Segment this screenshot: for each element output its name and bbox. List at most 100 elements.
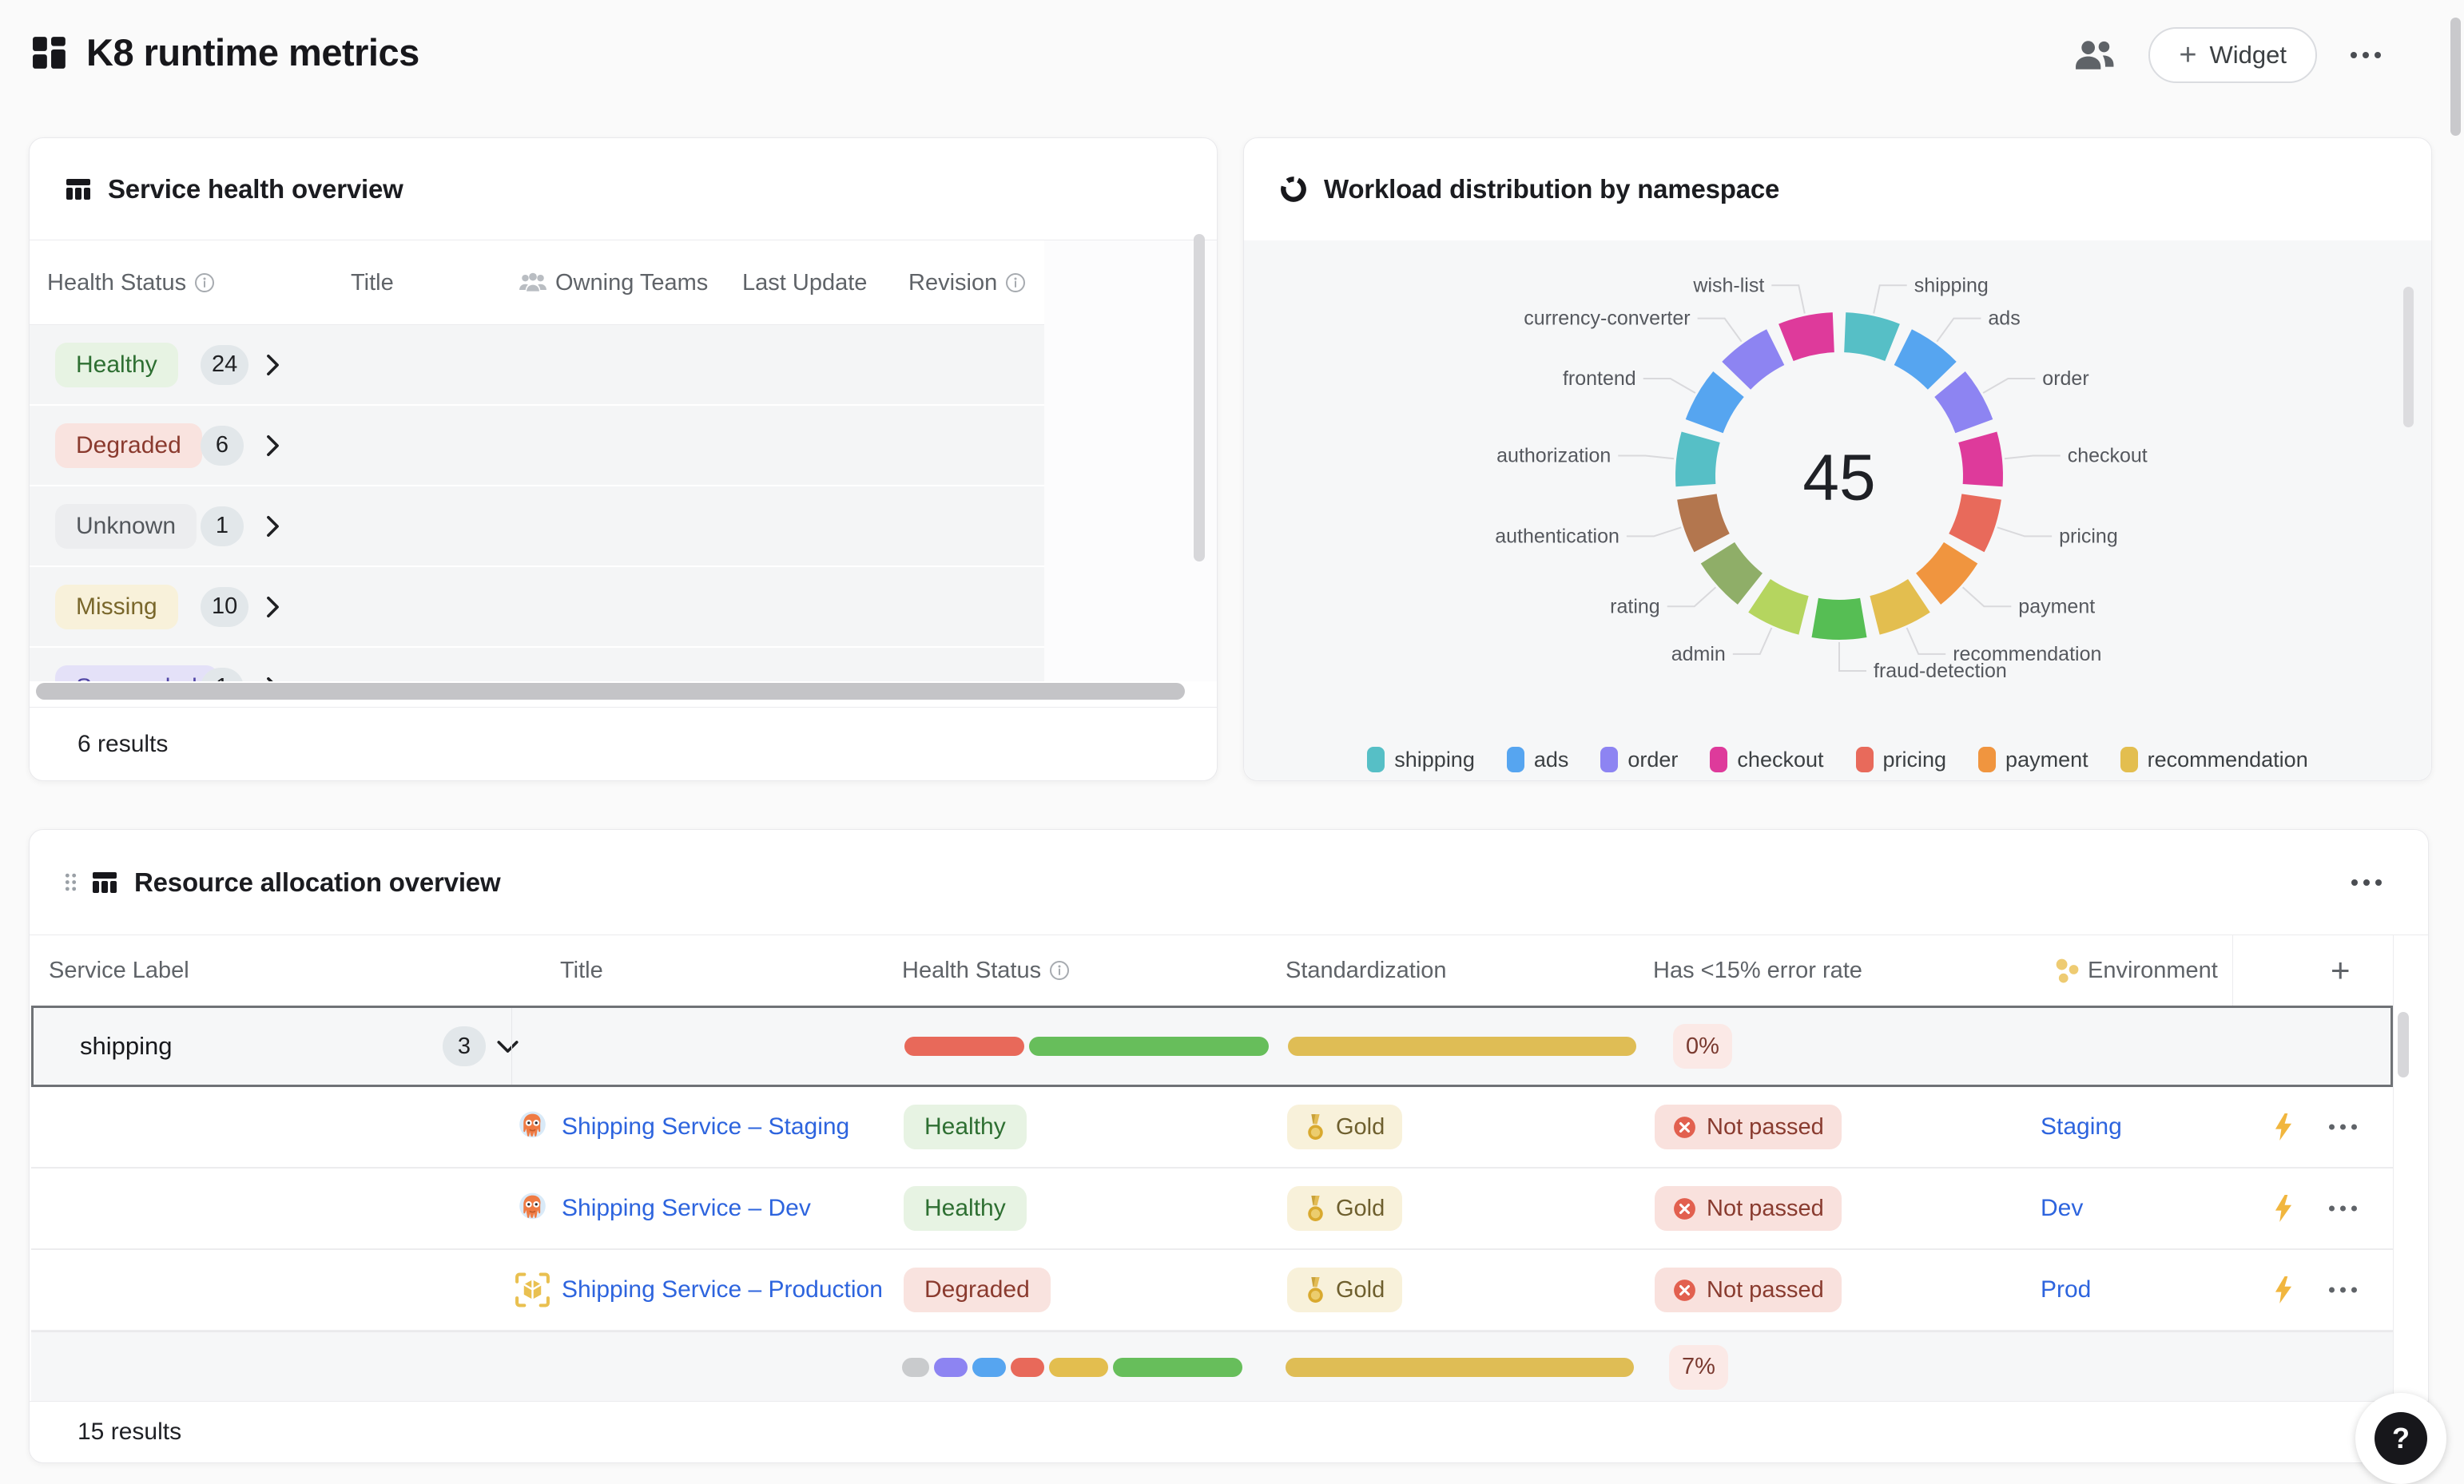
col-standardization[interactable]: Standardization xyxy=(1286,935,1447,1006)
col-error-rate[interactable]: Has <15% error rate xyxy=(1653,935,1862,1006)
quick-action-cell[interactable] xyxy=(2273,1113,2294,1141)
expand-row-button[interactable] xyxy=(266,596,280,617)
row-more-options[interactable] xyxy=(2329,1288,2357,1293)
donut-segment-order[interactable] xyxy=(1950,384,1974,427)
health-distribution-bar[interactable] xyxy=(902,1358,1242,1377)
resource-header: Resource allocation overview xyxy=(30,830,2428,935)
page-more-options-button[interactable] xyxy=(2351,52,2381,58)
donut-segment-wish-list[interactable] xyxy=(1786,332,1833,343)
donut-segment-admin[interactable] xyxy=(1759,596,1803,616)
resource-more-options-button[interactable] xyxy=(2351,879,2382,886)
drag-handle-icon[interactable] xyxy=(65,873,77,891)
col-service-label[interactable]: Service Label xyxy=(49,935,189,1006)
health-distribution-bar[interactable] xyxy=(904,1037,1269,1056)
service-title-link[interactable]: Shipping Service – Staging xyxy=(562,1113,849,1141)
info-icon[interactable] xyxy=(1049,960,1070,981)
legend-item-pricing[interactable]: pricing xyxy=(1856,747,1947,772)
legend-item-ads[interactable]: ads xyxy=(1507,747,1569,772)
quick-action-cell[interactable] xyxy=(2273,1276,2294,1304)
chevron-down-icon[interactable] xyxy=(497,1040,519,1053)
add-widget-button[interactable]: + Widget xyxy=(2148,27,2317,83)
lightning-bolt-icon[interactable] xyxy=(2273,1194,2294,1223)
donut-segment-checkout[interactable] xyxy=(1977,437,1983,485)
chevron-right-icon xyxy=(266,677,280,681)
col-last-update[interactable]: Last Update xyxy=(742,240,867,325)
legend-item-payment[interactable]: payment xyxy=(1978,747,2088,772)
col-title[interactable]: Title xyxy=(560,935,603,1006)
donut-label-fraud-detection: fraud-detection xyxy=(1874,660,2007,682)
health-table-horizontal-scrollbar[interactable] xyxy=(36,683,1185,700)
row-more-options-button[interactable] xyxy=(2329,1125,2357,1130)
row-more-options[interactable] xyxy=(2329,1125,2357,1130)
col-environment[interactable]: Environment xyxy=(2054,935,2218,1006)
donut-segment-fraud-detection[interactable] xyxy=(1815,617,1864,620)
environment-link[interactable]: Prod xyxy=(2041,1276,2091,1303)
quick-action-cell[interactable] xyxy=(2273,1194,2294,1223)
status-count-cell: 10 xyxy=(201,587,248,627)
donut-segment-pricing[interactable] xyxy=(1966,497,1981,543)
service-title-link[interactable]: Shipping Service – Dev xyxy=(562,1195,811,1222)
plus-icon: + xyxy=(2179,40,2196,70)
donut-segment-currency-converter[interactable] xyxy=(1736,347,1775,376)
col-owning-teams[interactable]: Owning Teams xyxy=(519,240,708,325)
info-icon[interactable] xyxy=(194,272,215,293)
col-health-status[interactable]: Health Status xyxy=(902,935,1070,1006)
legend-item-order[interactable]: order xyxy=(1600,747,1678,772)
row-more-options[interactable] xyxy=(2329,1206,2357,1212)
add-column-button[interactable]: + xyxy=(2331,935,2351,1006)
donut-segment-ads[interactable] xyxy=(1903,347,1942,376)
legend-label: recommendation xyxy=(2148,748,2308,772)
donut-segment-authentication[interactable] xyxy=(1697,497,1712,543)
label-callout-line xyxy=(1643,379,1695,393)
health-table-vertical-scrollbar[interactable] xyxy=(1194,234,1205,561)
health-status-badge: Healthy xyxy=(904,1186,1027,1231)
standardization-bar[interactable] xyxy=(1288,1037,1636,1056)
legend-item-checkout[interactable]: checkout xyxy=(1710,747,1823,772)
group-row-partial[interactable]: 7% xyxy=(31,1331,2393,1401)
environment-link[interactable]: Dev xyxy=(2041,1195,2083,1222)
info-icon[interactable] xyxy=(1005,272,1026,293)
donut-segment-authorization[interactable] xyxy=(1695,437,1701,485)
x-circle-icon xyxy=(1672,1115,1697,1140)
workload-donut-chart[interactable]: shippingadsordercheckoutpricingpaymentre… xyxy=(1244,240,2433,728)
donut-segment-payment[interactable] xyxy=(1929,553,1961,589)
expand-row-button[interactable] xyxy=(266,434,280,456)
group-count-cell[interactable]: 3 xyxy=(443,1026,519,1066)
teams-icon xyxy=(519,272,547,293)
col-health-status[interactable]: Health Status xyxy=(47,240,215,325)
resource-table-vertical-scrollbar[interactable] xyxy=(2398,1012,2409,1077)
error-check-badge: Not passed xyxy=(1655,1186,1842,1231)
lightning-bolt-icon[interactable] xyxy=(2273,1113,2294,1141)
service-title-link[interactable]: Shipping Service – Production xyxy=(562,1276,883,1303)
standardization-bar[interactable] xyxy=(1286,1358,1634,1377)
standardization-cell: Gold xyxy=(1287,1186,1402,1231)
expand-row-button[interactable] xyxy=(266,677,280,681)
expand-row-button[interactable] xyxy=(266,354,280,375)
resource-title: Resource allocation overview xyxy=(134,867,500,898)
group-row-shipping[interactable]: shipping30% xyxy=(31,1006,2393,1087)
row-more-options-button[interactable] xyxy=(2329,1206,2357,1212)
expand-row-button[interactable] xyxy=(266,515,280,537)
col-revision[interactable]: Revision xyxy=(908,240,1026,325)
service-label: shipping xyxy=(80,1032,172,1061)
legend-item-recommendation[interactable]: recommendation xyxy=(2120,747,2308,772)
lightning-bolt-icon[interactable] xyxy=(2273,1276,2294,1304)
donut-segment-recommendation[interactable] xyxy=(1875,596,1919,616)
workload-title: Workload distribution by namespace xyxy=(1324,174,1779,204)
workload-panel-scrollbar[interactable] xyxy=(2403,287,2414,427)
argo-octopus-icon xyxy=(514,1109,551,1146)
title-cell: Shipping Service – Staging xyxy=(562,1113,849,1141)
entity-icon-cell xyxy=(514,1190,551,1228)
legend-item-shipping[interactable]: shipping xyxy=(1367,747,1475,772)
col-title[interactable]: Title xyxy=(351,240,394,325)
status-count-cell: 6 xyxy=(201,426,244,466)
share-users-icon[interactable] xyxy=(2075,39,2115,71)
page-scrollbar[interactable] xyxy=(2450,18,2461,136)
donut-segment-shipping[interactable] xyxy=(1845,332,1892,343)
donut-segment-frontend[interactable] xyxy=(1704,384,1728,427)
workload-header: Workload distribution by namespace xyxy=(1244,138,2431,240)
donut-segment-rating[interactable] xyxy=(1718,553,1751,589)
environment-link[interactable]: Staging xyxy=(2041,1113,2122,1141)
help-button[interactable]: ? xyxy=(2355,1393,2446,1484)
row-more-options-button[interactable] xyxy=(2329,1288,2357,1293)
